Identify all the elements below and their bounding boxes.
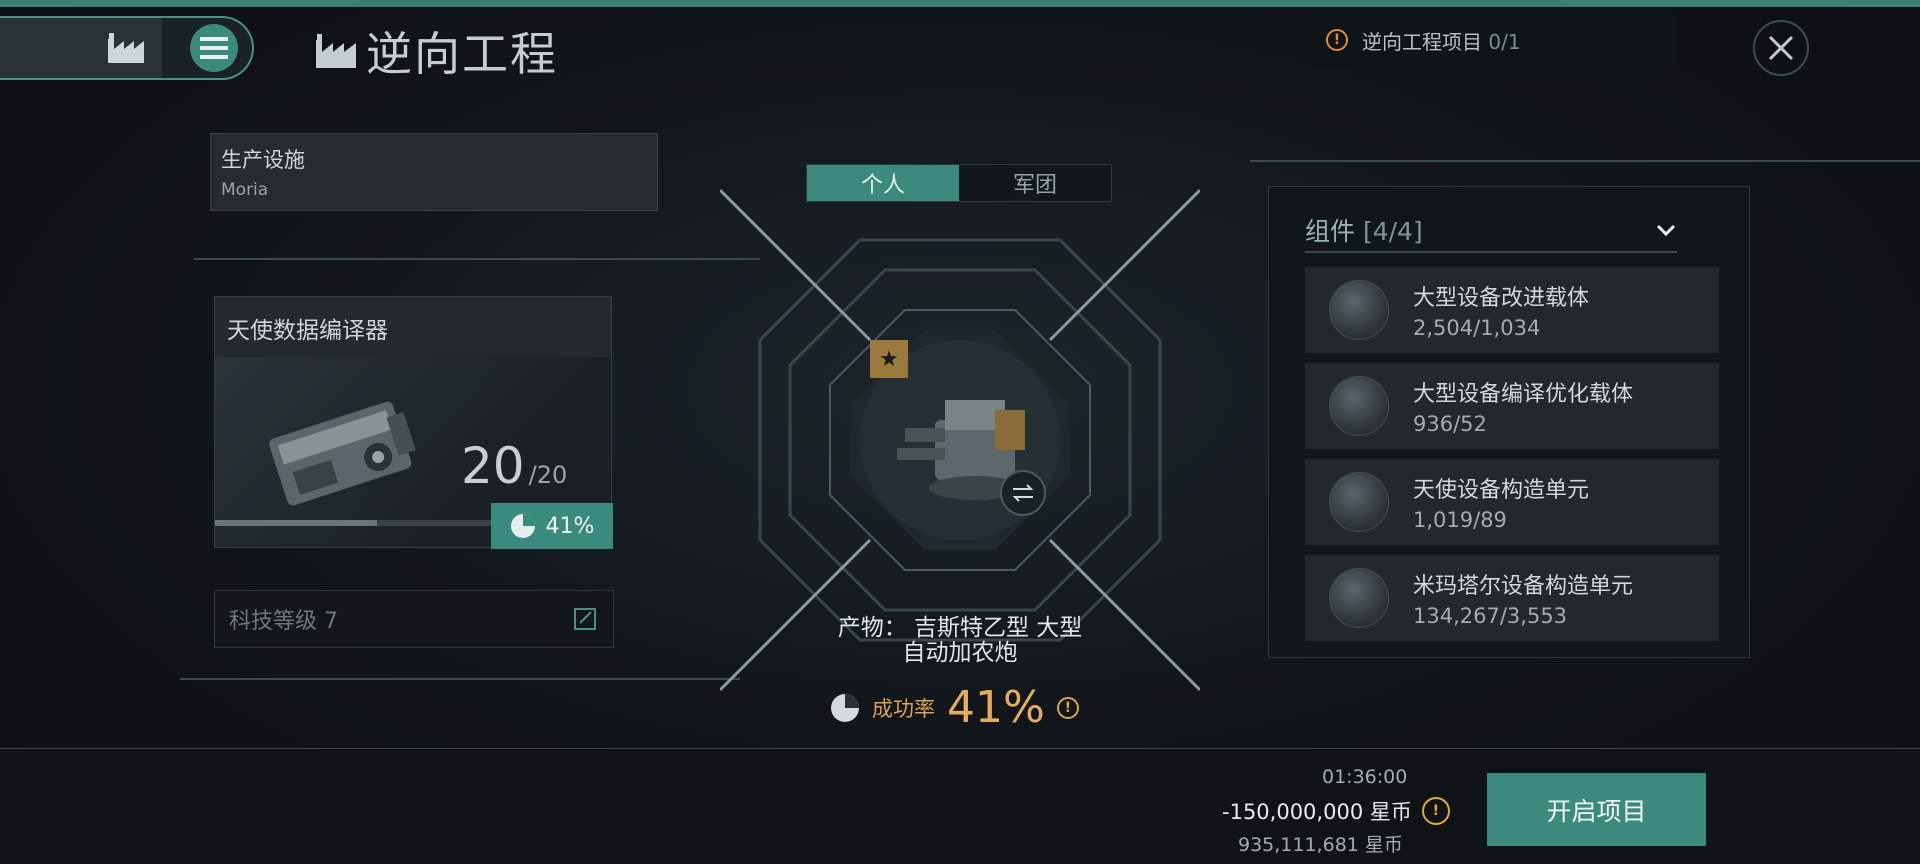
balance: 935,111,681 星币 — [1238, 834, 1403, 856]
component-qty: 134,267/3,553 — [1413, 604, 1568, 628]
swap-button[interactable] — [1000, 470, 1046, 516]
component-name: 大型设备改进载体 — [1413, 286, 1590, 311]
pie-icon — [831, 693, 859, 722]
title-wrap: 逆向工程 — [314, 18, 558, 84]
component-qty: 2,504/1,034 — [1413, 316, 1541, 340]
product-line-1: 产物： 吉斯特乙型 大型 — [837, 615, 1083, 641]
tech-level-label: 科技等级 7 — [229, 609, 338, 634]
top-accent-strip — [0, 0, 1920, 7]
components-title: 组件 — [1305, 217, 1356, 246]
component-icon — [1329, 376, 1389, 436]
swap-icon — [1012, 484, 1034, 502]
start-project-button[interactable]: 开启项目 — [1487, 773, 1706, 846]
product-line-2: 自动加农炮 — [902, 640, 1018, 666]
divider-line — [194, 258, 760, 260]
product-text: 产物： 吉斯特乙型 大型 自动加农炮 — [780, 616, 1140, 666]
warning-icon[interactable]: ! — [1421, 797, 1450, 825]
blueprint-percent-badge: 41% — [491, 503, 613, 549]
component-name: 天使设备构造单元 — [1413, 478, 1590, 503]
divider-line — [1250, 160, 1920, 162]
project-notice[interactable]: ! 逆向工程项目 0/1 — [1312, 12, 1676, 68]
component-name: 大型设备编译优化载体 — [1413, 382, 1634, 407]
blueprint-card[interactable]: 天使数据编译器 20/20 41% — [214, 296, 613, 549]
duration: 01:36:00 — [1322, 766, 1408, 788]
tech-level-box[interactable]: 科技等级 7 — [214, 590, 614, 648]
component-qty: 1,019/89 — [1413, 508, 1507, 532]
success-value: 41% — [947, 682, 1045, 733]
blueprint-item-image — [269, 401, 416, 506]
menu-button[interactable] — [190, 24, 238, 72]
components-header[interactable]: 组件 [4/4] — [1305, 209, 1677, 253]
facility-value: Moria — [221, 180, 269, 200]
component-item[interactable]: 天使设备构造单元 1,019/89 — [1305, 459, 1719, 545]
component-icon — [1329, 472, 1389, 532]
blueprint-progress-fill — [215, 520, 377, 526]
component-qty: 936/52 — [1413, 412, 1487, 436]
facility-box[interactable]: 生产设施 Moria — [210, 133, 658, 211]
nav-pill — [0, 16, 254, 80]
success-rate: 成功率 41% ! — [830, 682, 1079, 733]
warning-icon: ! — [1326, 29, 1348, 51]
info-icon[interactable]: ! — [1056, 696, 1079, 719]
component-icon — [1329, 568, 1389, 628]
menu-icon — [200, 37, 228, 59]
edit-icon[interactable] — [571, 605, 599, 633]
star-icon: ★ — [870, 340, 908, 378]
factory-icon — [108, 33, 144, 63]
chevron-down-icon[interactable] — [1655, 222, 1677, 238]
notice-count: 0/1 — [1488, 29, 1521, 54]
success-label: 成功率 — [872, 696, 935, 721]
notice-label: 逆向工程项目 — [1362, 29, 1482, 54]
blueprint-runs: 20/20 — [461, 437, 568, 495]
factory-nav-button[interactable] — [0, 18, 162, 78]
components-panel: 组件 [4/4] 大型设备改进载体 2,504/1,034 大型设备编译优化载体… — [1268, 186, 1750, 658]
page-title: 逆向工程 — [366, 27, 558, 81]
component-item[interactable]: 米玛塔尔设备构造单元 134,267/3,553 — [1305, 555, 1719, 641]
component-name: 米玛塔尔设备构造单元 — [1413, 574, 1634, 599]
cost-value: -150,000,000 星币 — [1222, 800, 1412, 824]
blueprint-name: 天使数据编译器 — [215, 297, 611, 357]
close-button[interactable] — [1753, 20, 1809, 76]
pie-icon — [510, 514, 535, 538]
component-item[interactable]: 大型设备编译优化载体 936/52 — [1305, 363, 1719, 449]
components-count: [4/4] — [1362, 217, 1423, 246]
facility-label: 生产设施 — [221, 148, 305, 172]
divider-line — [180, 678, 740, 680]
close-icon — [1768, 35, 1794, 61]
factory-title-icon — [316, 34, 356, 68]
component-icon — [1329, 280, 1389, 340]
cost: -150,000,000 星币 ! — [1222, 796, 1450, 826]
component-item[interactable]: 大型设备改进载体 2,504/1,034 — [1305, 267, 1719, 353]
